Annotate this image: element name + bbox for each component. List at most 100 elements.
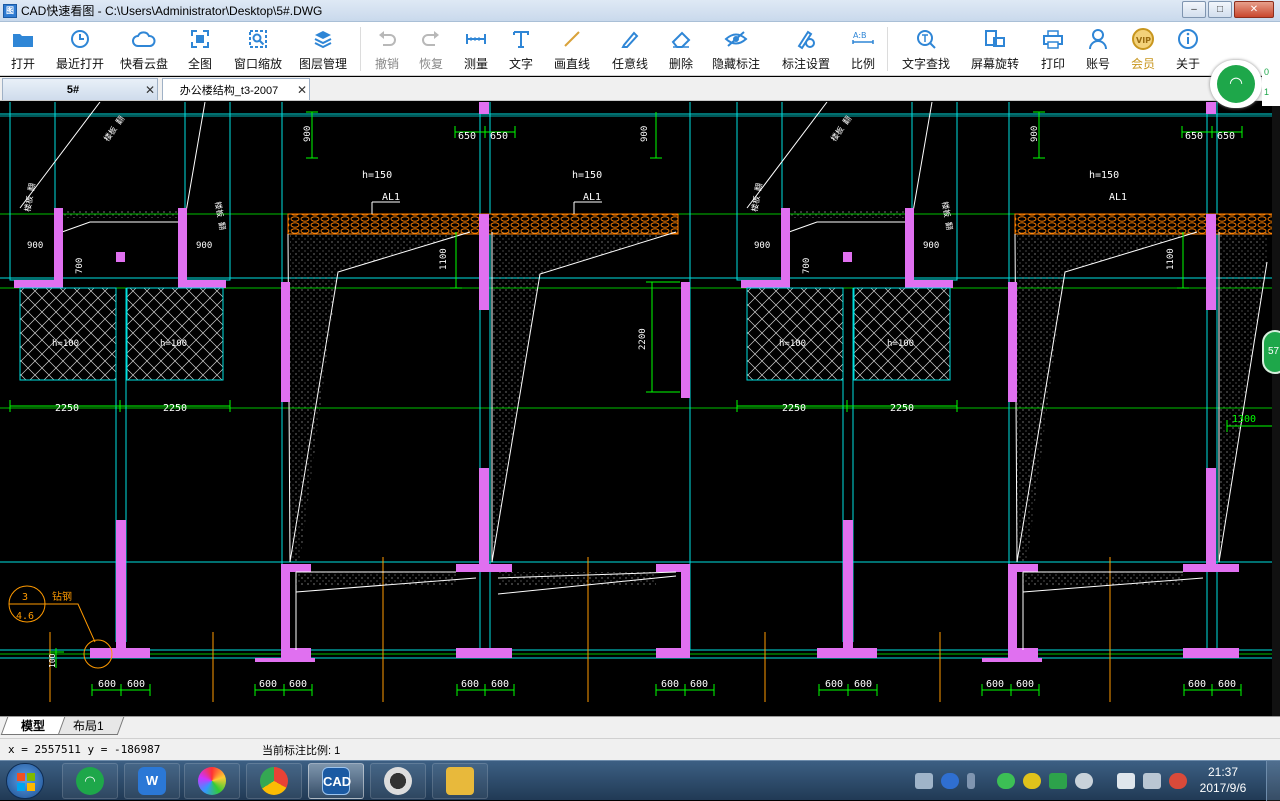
svg-text:A:B: A:B bbox=[853, 31, 867, 40]
tab-office-structure[interactable]: 办公楼结构_t3-2007 ✕ bbox=[162, 78, 310, 100]
cursor-coordinates: x = 2557511 y = -186987 bbox=[8, 743, 161, 756]
svg-text:100: 100 bbox=[48, 653, 57, 668]
security-icon[interactable] bbox=[1023, 773, 1041, 789]
redo-button[interactable]: 恢复 bbox=[409, 22, 453, 76]
close-window-button[interactable]: ✕ bbox=[1234, 1, 1274, 18]
freehand-button[interactable]: 任意线 bbox=[601, 22, 659, 76]
taskbar-wifi-app[interactable]: ◠ bbox=[62, 763, 118, 799]
note-label: 楼板 翻 bbox=[749, 182, 764, 212]
tab-5[interactable]: 5# ✕ bbox=[2, 78, 158, 100]
note-label: 楼板 翻 bbox=[828, 114, 853, 143]
vip-icon: VIP bbox=[1131, 27, 1155, 51]
tray-expand-icon[interactable] bbox=[967, 773, 975, 789]
dim-label: 600 bbox=[986, 679, 1004, 690]
account-button[interactable]: 账号 bbox=[1076, 22, 1120, 76]
display-icon[interactable] bbox=[1143, 773, 1161, 789]
main-toolbar: 打开 最近打开 快看云盘 全图 窗口缩放 图层管理 撤销 恢复 测量 文字 画直… bbox=[0, 22, 1280, 76]
note-label: 楼板 翻 bbox=[940, 201, 955, 231]
close-tab-icon[interactable]: ✕ bbox=[295, 83, 309, 97]
cloud-icon bbox=[132, 27, 156, 51]
taskbar-wps-app[interactable]: W bbox=[124, 763, 180, 799]
taskbar-cad-app[interactable]: CAD bbox=[308, 763, 364, 799]
tab-model[interactable]: 模型 bbox=[0, 717, 66, 735]
rotate-screen-button[interactable]: 屏幕旋转 bbox=[960, 22, 1030, 76]
start-button[interactable] bbox=[6, 763, 44, 799]
annotation-settings-button[interactable]: 标注设置 bbox=[769, 22, 843, 76]
slab-label: h=150 bbox=[362, 170, 392, 181]
recent-button[interactable]: 最近打开 bbox=[46, 22, 114, 76]
window-zoom-button[interactable]: 窗口缩放 bbox=[226, 22, 290, 76]
maximize-button[interactable]: □ bbox=[1208, 1, 1232, 18]
document-tabs: 5# ✕ 办公楼结构_t3-2007 ✕ bbox=[0, 77, 1280, 101]
text-button[interactable]: 文字 bbox=[499, 22, 543, 76]
slab-label: h=100 bbox=[887, 339, 914, 349]
redo-icon bbox=[419, 27, 443, 51]
open-button[interactable]: 打开 bbox=[0, 22, 46, 76]
dim-label: 2250 bbox=[163, 403, 187, 414]
note-label: 楼板 翻 bbox=[22, 182, 37, 212]
show-desktop-button[interactable] bbox=[1266, 761, 1280, 801]
beam-label: AL1 bbox=[583, 192, 601, 203]
window-controls: ‒ □ ✕ bbox=[1180, 1, 1274, 18]
network-speed-widget[interactable]: ◠ bbox=[1210, 60, 1262, 108]
layers-icon bbox=[311, 27, 335, 51]
text-search-button[interactable]: 文字查找 bbox=[892, 22, 960, 76]
help-icon[interactable] bbox=[941, 773, 959, 789]
undo-button[interactable]: 撤销 bbox=[365, 22, 409, 76]
avatar bbox=[384, 767, 412, 795]
color-wheel-icon bbox=[198, 767, 226, 795]
ruler-icon bbox=[464, 27, 488, 51]
scale-button[interactable]: A:B 比例 bbox=[843, 22, 883, 76]
usage-badge[interactable]: 57 bbox=[1262, 330, 1280, 374]
cloud-button[interactable]: 快看云盘 bbox=[114, 22, 174, 76]
line-button[interactable]: 画直线 bbox=[543, 22, 601, 76]
system-clock[interactable]: 21:37 2017/9/6 bbox=[1190, 764, 1256, 796]
beam-label: AL1 bbox=[1109, 192, 1127, 203]
dim-label: 1300 bbox=[1232, 414, 1256, 425]
full-view-button[interactable]: 全图 bbox=[174, 22, 226, 76]
toolbar-separator bbox=[887, 27, 888, 71]
measure-button[interactable]: 测量 bbox=[453, 22, 499, 76]
dim-label: 900 bbox=[640, 126, 650, 142]
keyboard-icon[interactable] bbox=[915, 773, 933, 789]
dim-label: 600 bbox=[491, 679, 509, 690]
volume-muted-icon[interactable] bbox=[1169, 773, 1187, 789]
hide-annotations-button[interactable]: 隐藏标注 bbox=[703, 22, 769, 76]
folder-icon bbox=[11, 27, 35, 51]
dim-label: 900 bbox=[754, 241, 770, 251]
text-icon bbox=[509, 27, 533, 51]
wifi-tray-icon[interactable] bbox=[997, 773, 1015, 789]
dim-label: 900 bbox=[303, 126, 313, 142]
dim-label: 2250 bbox=[782, 403, 806, 414]
os-taskbar: ◠ W CAD 21:37 2017/9/6 bbox=[0, 760, 1280, 801]
dim-label: 1100 bbox=[1166, 248, 1176, 270]
dim-label: 900 bbox=[923, 241, 939, 251]
slab-label: h=150 bbox=[572, 170, 602, 181]
dim-label: 650 bbox=[1217, 131, 1235, 142]
svg-text:3: 3 bbox=[22, 592, 28, 603]
taskbar-chrome-app[interactable] bbox=[246, 763, 302, 799]
close-tab-icon[interactable]: ✕ bbox=[143, 83, 157, 97]
info-icon bbox=[1176, 27, 1200, 51]
dim-label: 700 bbox=[802, 258, 812, 274]
rotate-icon bbox=[983, 27, 1007, 51]
delete-button[interactable]: 删除 bbox=[659, 22, 703, 76]
dim-label: 1100 bbox=[439, 248, 449, 270]
network-transfer-icon[interactable] bbox=[1049, 773, 1067, 789]
cloud-sync-icon[interactable] bbox=[1075, 773, 1093, 789]
dim-label: 650 bbox=[458, 131, 476, 142]
print-button[interactable]: 打印 bbox=[1030, 22, 1076, 76]
slab-label: h=100 bbox=[52, 339, 79, 349]
vertical-scrollbar[interactable] bbox=[1272, 102, 1280, 716]
taskbar-color-app[interactable] bbox=[184, 763, 240, 799]
layers-button[interactable]: 图层管理 bbox=[290, 22, 356, 76]
vip-button[interactable]: VIP 会员 bbox=[1120, 22, 1166, 76]
about-button[interactable]: 关于 bbox=[1166, 22, 1210, 76]
taskbar-explorer-app[interactable] bbox=[432, 763, 488, 799]
action-center-icon[interactable] bbox=[1117, 773, 1135, 789]
minimize-button[interactable]: ‒ bbox=[1182, 1, 1206, 18]
drawing-canvas[interactable]: 2250 2250 h=100 h=100 900 900 700 楼板 翻 楼… bbox=[0, 102, 1280, 716]
taskbar-photo-app[interactable] bbox=[370, 763, 426, 799]
dim-label: 600 bbox=[461, 679, 479, 690]
dim-label: 600 bbox=[259, 679, 277, 690]
